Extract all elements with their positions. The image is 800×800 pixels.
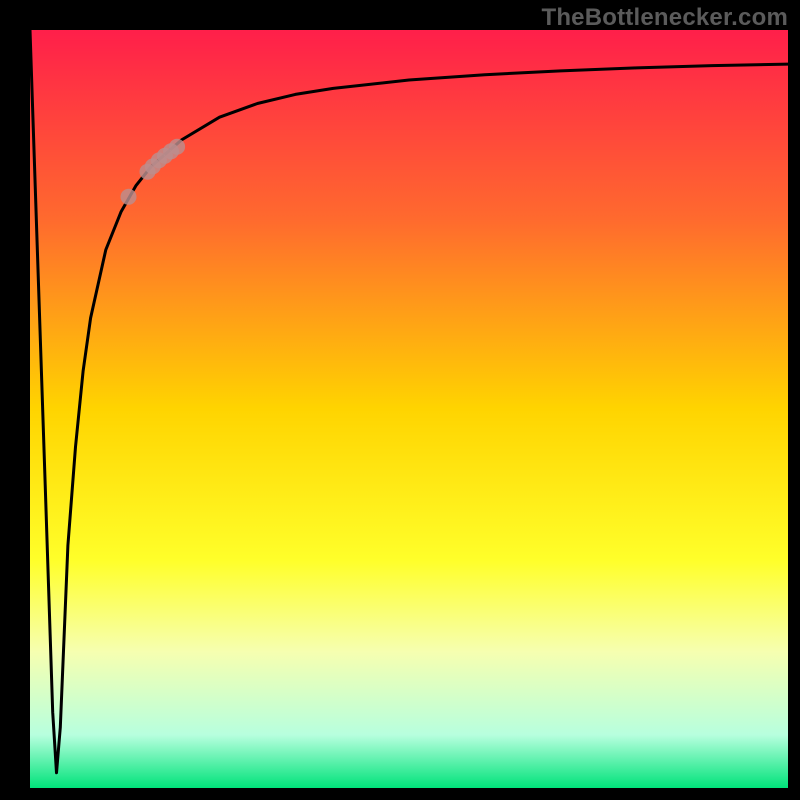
- bottleneck-curve: [30, 30, 788, 773]
- highlight-marker: [121, 189, 137, 205]
- watermark-text: TheBottlenecker.com: [541, 4, 788, 32]
- curve-layer: [30, 30, 788, 788]
- plot-area: [30, 30, 788, 788]
- marker-group: [121, 139, 186, 205]
- highlight-marker: [169, 139, 185, 155]
- chart-frame: TheBottlenecker.com: [0, 0, 800, 800]
